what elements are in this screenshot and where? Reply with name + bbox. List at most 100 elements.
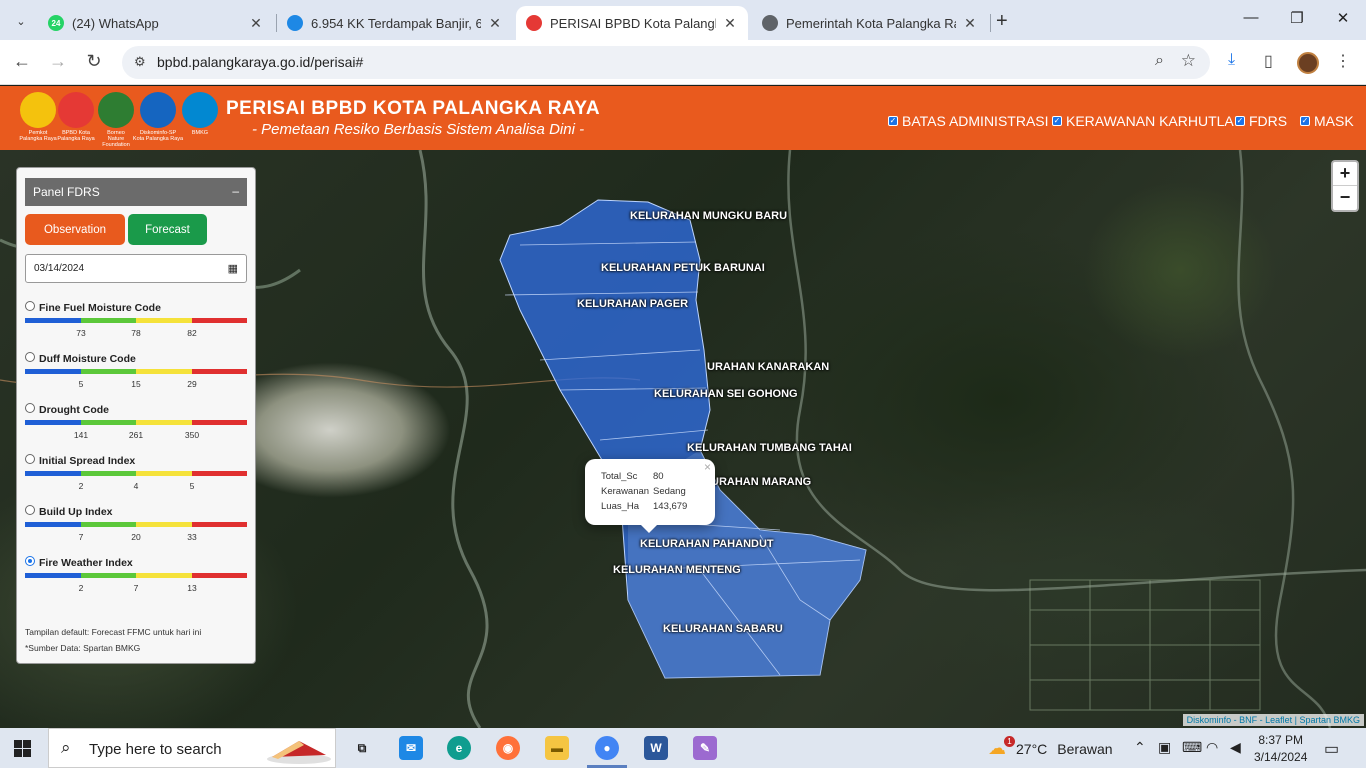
clock-date: 3/14/2024 [1254, 750, 1308, 764]
checkbox-checked-icon[interactable]: ✓ [1235, 116, 1245, 126]
scale-segment [191, 471, 247, 476]
scale-segment [25, 318, 81, 323]
weather-desc: Berawan [1057, 740, 1113, 757]
windows-start-icon[interactable] [14, 740, 31, 757]
firefox-icon[interactable]: ◉ [496, 736, 520, 760]
calendar-icon[interactable]: ▦ [228, 262, 238, 275]
partner-logo [140, 92, 176, 128]
minimize-window-icon[interactable]: — [1228, 9, 1274, 26]
chevron-up-icon[interactable]: ⌃ [1134, 739, 1146, 756]
popup-value: 143,679 [653, 501, 688, 512]
fdrs-index-option[interactable]: Fire Weather Index 2 7 13 [25, 556, 247, 599]
close-tab-icon[interactable]: ✕ [962, 15, 978, 32]
fdrs-index-option[interactable]: Drought Code 141 261 350 [25, 403, 247, 446]
zoom-icon[interactable]: ⌕ [1155, 52, 1164, 70]
kelurahan-label: KELURAHAN PAHANDUT [640, 538, 774, 550]
radio-icon[interactable] [25, 352, 35, 362]
bookmark-star-icon[interactable]: ☆ [1181, 51, 1196, 71]
close-window-icon[interactable]: ✕ [1320, 9, 1366, 27]
new-tab-icon[interactable]: + [996, 10, 1008, 33]
fdrs-color-scale [25, 420, 247, 425]
tab-title: Pemerintah Kota Palangka Raya [786, 15, 956, 31]
radio-icon[interactable] [25, 301, 35, 311]
whatsapp-icon: 24 [48, 15, 64, 31]
forward-icon[interactable]: → [46, 51, 70, 72]
fdrs-color-scale [25, 573, 247, 578]
forecast-button[interactable]: Forecast [128, 214, 207, 245]
layer-toggle-fdrs[interactable]: ✓ FDRS [1235, 113, 1287, 129]
side-panel-icon[interactable]: ▯ [1264, 51, 1273, 71]
menu-kebab-icon[interactable]: ⋮ [1335, 51, 1351, 71]
reload-icon[interactable]: ↻ [82, 51, 106, 72]
paint-icon[interactable]: ✎ [693, 736, 717, 760]
site-info-icon[interactable]: ⚙ [134, 54, 146, 70]
notification-icon[interactable]: ▭ [1324, 739, 1339, 759]
fdrs-index-label[interactable]: Fire Weather Index [25, 556, 247, 569]
panel-title: Panel FDRS [33, 185, 100, 199]
address-bar[interactable]: ⚙ bpbd.palangkaraya.go.id/perisai# ⌕ ☆ [122, 46, 1210, 79]
zoom-control: + − [1331, 160, 1359, 212]
tab-pemkot[interactable]: Pemerintah Kota Palangka Raya ✕ [752, 6, 988, 40]
close-popup-icon[interactable]: × [704, 460, 711, 474]
fdrs-index-label[interactable]: Duff Moisture Code [25, 352, 247, 365]
weather-widget[interactable]: ☁ 1 27°C Berawan [988, 736, 1113, 759]
fdrs-scale-ticks: 5 15 29 [25, 379, 247, 391]
layer-toggle-kerawanan-karhutla[interactable]: ✓ KERAWANAN KARHUTLA [1052, 113, 1234, 129]
mail-icon[interactable]: ✉ [399, 736, 423, 760]
tab-news[interactable]: 6.954 KK Terdampak Banjir, 673 ✕ [277, 6, 513, 40]
fdrs-color-scale [25, 369, 247, 374]
tab-whatsapp[interactable]: 24 (24) WhatsApp ✕ [38, 6, 274, 40]
checkbox-checked-icon[interactable]: ✓ [1052, 116, 1062, 126]
windows-taskbar: ⌕ Type here to search ⧉ ✉ e ◉ ▬ ● W ✎ ☁ … [0, 728, 1366, 768]
fdrs-index-option[interactable]: Duff Moisture Code 5 15 29 [25, 352, 247, 395]
chrome-icon[interactable]: ● [595, 736, 619, 760]
close-tab-icon[interactable]: ✕ [487, 15, 503, 32]
wifi-icon[interactable]: ◠ [1206, 739, 1218, 756]
tab-perisai[interactable]: PERISAI BPBD Kota Palangka Ra ✕ [516, 6, 748, 40]
map-attribution[interactable]: Diskominfo - BNF - Leaflet | Spartan BMK… [1182, 714, 1364, 726]
kelurahan-label: URAHAN KANARAKAN [707, 361, 830, 373]
file-explorer-icon[interactable]: ▬ [545, 736, 569, 760]
scale-tick-label: 2 [78, 583, 84, 593]
fdrs-index-label[interactable]: Initial Spread Index [25, 454, 247, 467]
keyboard-icon[interactable]: ⌨ [1182, 739, 1202, 756]
kelurahan-label: KELURAHAN PAGER [577, 298, 689, 310]
checkbox-checked-icon[interactable]: ✓ [1300, 116, 1310, 126]
restore-window-icon[interactable]: ❐ [1274, 9, 1320, 27]
scale-tick-label: 29 [187, 379, 197, 389]
radio-icon[interactable] [25, 454, 35, 464]
download-icon[interactable]: ⤓ [1228, 51, 1235, 69]
meet-icon[interactable]: ▣ [1158, 739, 1171, 756]
tab-search-icon[interactable]: ⌄ [8, 8, 34, 34]
layer-toggle-mask[interactable]: ✓ MASK [1300, 113, 1354, 129]
task-view-icon[interactable]: ⧉ [350, 736, 374, 760]
checkbox-checked-icon[interactable]: ✓ [888, 116, 898, 126]
close-tab-icon[interactable]: ✕ [722, 15, 738, 32]
close-tab-icon[interactable]: ✕ [248, 15, 264, 32]
radio-selected-icon[interactable] [25, 556, 35, 566]
radio-icon[interactable] [25, 403, 35, 413]
fdrs-index-option[interactable]: Fine Fuel Moisture Code 73 78 82 [25, 301, 247, 344]
partner-logo [20, 92, 56, 128]
fdrs-index-label[interactable]: Drought Code [25, 403, 247, 416]
radio-icon[interactable] [25, 505, 35, 515]
fdrs-index-label[interactable]: Fine Fuel Moisture Code [25, 301, 247, 314]
layer-toggle-batas-administrasi[interactable]: ✓ BATAS ADMINISTRASI [888, 113, 1049, 129]
fdrs-index-option[interactable]: Build Up Index 7 20 33 [25, 505, 247, 548]
profile-avatar[interactable] [1297, 52, 1319, 74]
observation-button[interactable]: Observation [25, 214, 125, 245]
minimize-panel-icon[interactable]: – [232, 184, 239, 198]
fdrs-index-option[interactable]: Initial Spread Index 2 4 5 [25, 454, 247, 497]
zoom-in-button[interactable]: + [1333, 162, 1357, 186]
date-input[interactable]: 03/14/2024 ▦ [25, 254, 247, 283]
taskbar-search[interactable]: ⌕ Type here to search [48, 728, 336, 768]
fdrs-index-label[interactable]: Build Up Index [25, 505, 247, 518]
edge-icon[interactable]: e [447, 736, 471, 760]
back-icon[interactable]: ← [10, 51, 34, 72]
scale-segment [136, 318, 192, 323]
word-icon[interactable]: W [644, 736, 668, 760]
fdrs-scale-ticks: 2 4 5 [25, 481, 247, 493]
taskbar-clock[interactable]: 8:37 PM 3/14/2024 [1254, 732, 1307, 766]
volume-icon[interactable]: ◀ [1230, 739, 1241, 756]
zoom-out-button[interactable]: − [1333, 186, 1357, 210]
